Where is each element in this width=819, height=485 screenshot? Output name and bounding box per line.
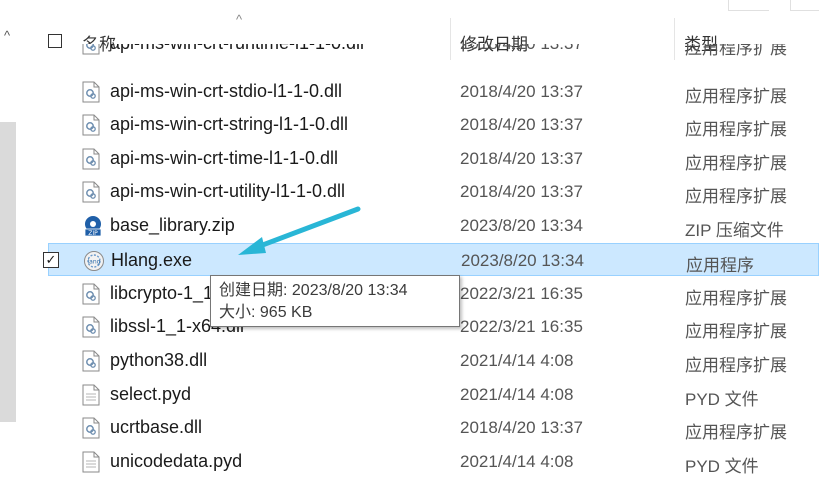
file-name: Hlang.exe <box>111 250 193 270</box>
toolbar-segment <box>790 0 819 11</box>
tooltip-file-size: 大小: 965 KB <box>219 304 313 321</box>
file-row[interactable]: ucrtbase.dll 2018/4/20 13:37 应用程序扩展 <box>48 411 819 444</box>
file-row[interactable]: select.pyd 2021/4/14 4:08 PYD 文件 <box>48 378 819 411</box>
file-row[interactable]: ZIP base_library.zip 2023/8/20 13:34 ZIP… <box>48 209 819 242</box>
file-type: 应用程序扩展 <box>685 120 787 139</box>
file-date: 2018/4/20 13:37 <box>460 418 583 437</box>
window-top-strip <box>0 0 819 11</box>
file-type: 应用程序扩展 <box>685 356 787 375</box>
file-type: PYD 文件 <box>685 390 759 409</box>
file-type: 应用程序扩展 <box>685 322 787 341</box>
file-name: api-ms-win-crt-utility-l1-1-0.dll <box>110 181 346 201</box>
row-checkbox-checked[interactable]: ✓ <box>43 252 59 268</box>
file-name: api-ms-win-crt-runtime-l1-1-0.dll <box>110 44 364 54</box>
file-date: 2021/4/14 4:08 <box>460 385 574 404</box>
file-name: ucrtbase.dll <box>110 417 203 437</box>
dll-file-icon <box>82 81 100 103</box>
file-date: 2022/3/21 16:35 <box>460 317 583 336</box>
file-date: 2018/4/20 13:37 <box>460 82 583 101</box>
file-row[interactable]: api-ms-win-crt-stdio-l1-1-0.dll 2018/4/2… <box>48 75 819 108</box>
sort-ascending-icon: ^ <box>236 12 243 27</box>
file-date: 2023/8/20 13:34 <box>461 251 584 270</box>
dll-file-icon <box>82 181 100 203</box>
dll-file-icon <box>82 316 100 338</box>
file-list: api-ms-win-crt-runtime-l1-1-0.dll 2018/4… <box>0 44 819 485</box>
file-name: api-ms-win-crt-string-l1-1-0.dll <box>110 114 349 134</box>
file-row[interactable]: api-ms-win-crt-string-l1-1-0.dll 2018/4/… <box>48 108 819 141</box>
file-type: 应用程序扩展 <box>685 187 787 206</box>
file-date: 2021/4/14 4:08 <box>460 452 574 471</box>
file-date: 2018/4/20 13:37 <box>460 182 583 201</box>
svg-text:ZIP: ZIP <box>88 230 98 237</box>
file-date: 2022/3/21 16:35 <box>460 284 583 303</box>
file-row-selected[interactable]: ✓ lang Hlang.exe 2023/8/20 13:34 应用程序 <box>43 243 819 276</box>
file-row[interactable]: api-ms-win-crt-time-l1-1-0.dll 2018/4/20… <box>48 142 819 175</box>
dll-file-icon <box>82 114 100 136</box>
file-type: 应用程序扩展 <box>685 87 787 106</box>
dll-file-icon <box>82 148 100 170</box>
file-info-tooltip: 创建日期: 2023/8/20 13:34 大小: 965 KB <box>210 275 460 327</box>
generic-file-icon <box>82 384 100 406</box>
tooltip-created-date: 创建日期: 2023/8/20 13:34 <box>219 282 408 299</box>
toolbar-segment <box>728 0 769 11</box>
annotation-arrow-icon <box>238 206 361 255</box>
zip-file-icon: ZIP <box>82 215 102 237</box>
exe-file-icon: lang <box>83 250 104 272</box>
file-name: python38.dll <box>110 350 208 370</box>
file-date: 2021/4/14 4:08 <box>460 351 574 370</box>
file-date: 2018/4/20 13:37 <box>460 44 583 54</box>
dll-file-icon <box>82 283 100 305</box>
file-type: 应用程序扩展 <box>685 423 787 442</box>
file-name: unicodedata.pyd <box>110 451 243 471</box>
collapse-caret-icon[interactable]: ^ <box>4 28 10 43</box>
file-name: select.pyd <box>110 384 192 404</box>
file-type: 应用程序扩展 <box>685 289 787 308</box>
file-date: 2018/4/20 13:37 <box>460 149 583 168</box>
file-row[interactable]: api-ms-win-crt-utility-l1-1-0.dll 2018/4… <box>48 175 819 208</box>
file-type: ZIP 压缩文件 <box>685 221 784 240</box>
file-row[interactable]: python38.dll 2021/4/14 4:08 应用程序扩展 <box>48 344 819 377</box>
file-name: api-ms-win-crt-stdio-l1-1-0.dll <box>110 81 343 101</box>
dll-file-icon <box>82 350 100 372</box>
svg-text:lang: lang <box>88 259 101 266</box>
file-row[interactable]: unicodedata.pyd 2021/4/14 4:08 PYD 文件 <box>48 445 819 478</box>
file-name: api-ms-win-crt-time-l1-1-0.dll <box>110 148 339 168</box>
file-type: 应用程序扩展 <box>685 154 787 173</box>
dll-file-icon <box>82 44 100 55</box>
file-type: 应用程序扩展 <box>685 44 787 58</box>
file-date: 2018/4/20 13:37 <box>460 115 583 134</box>
file-row[interactable]: api-ms-win-crt-runtime-l1-1-0.dll 2018/4… <box>48 44 819 60</box>
dll-file-icon <box>82 417 100 439</box>
file-name: base_library.zip <box>110 215 235 235</box>
file-type: PYD 文件 <box>685 457 759 476</box>
file-type: 应用程序 <box>686 256 754 275</box>
generic-file-icon <box>82 451 100 473</box>
file-date: 2023/8/20 13:34 <box>460 216 583 235</box>
